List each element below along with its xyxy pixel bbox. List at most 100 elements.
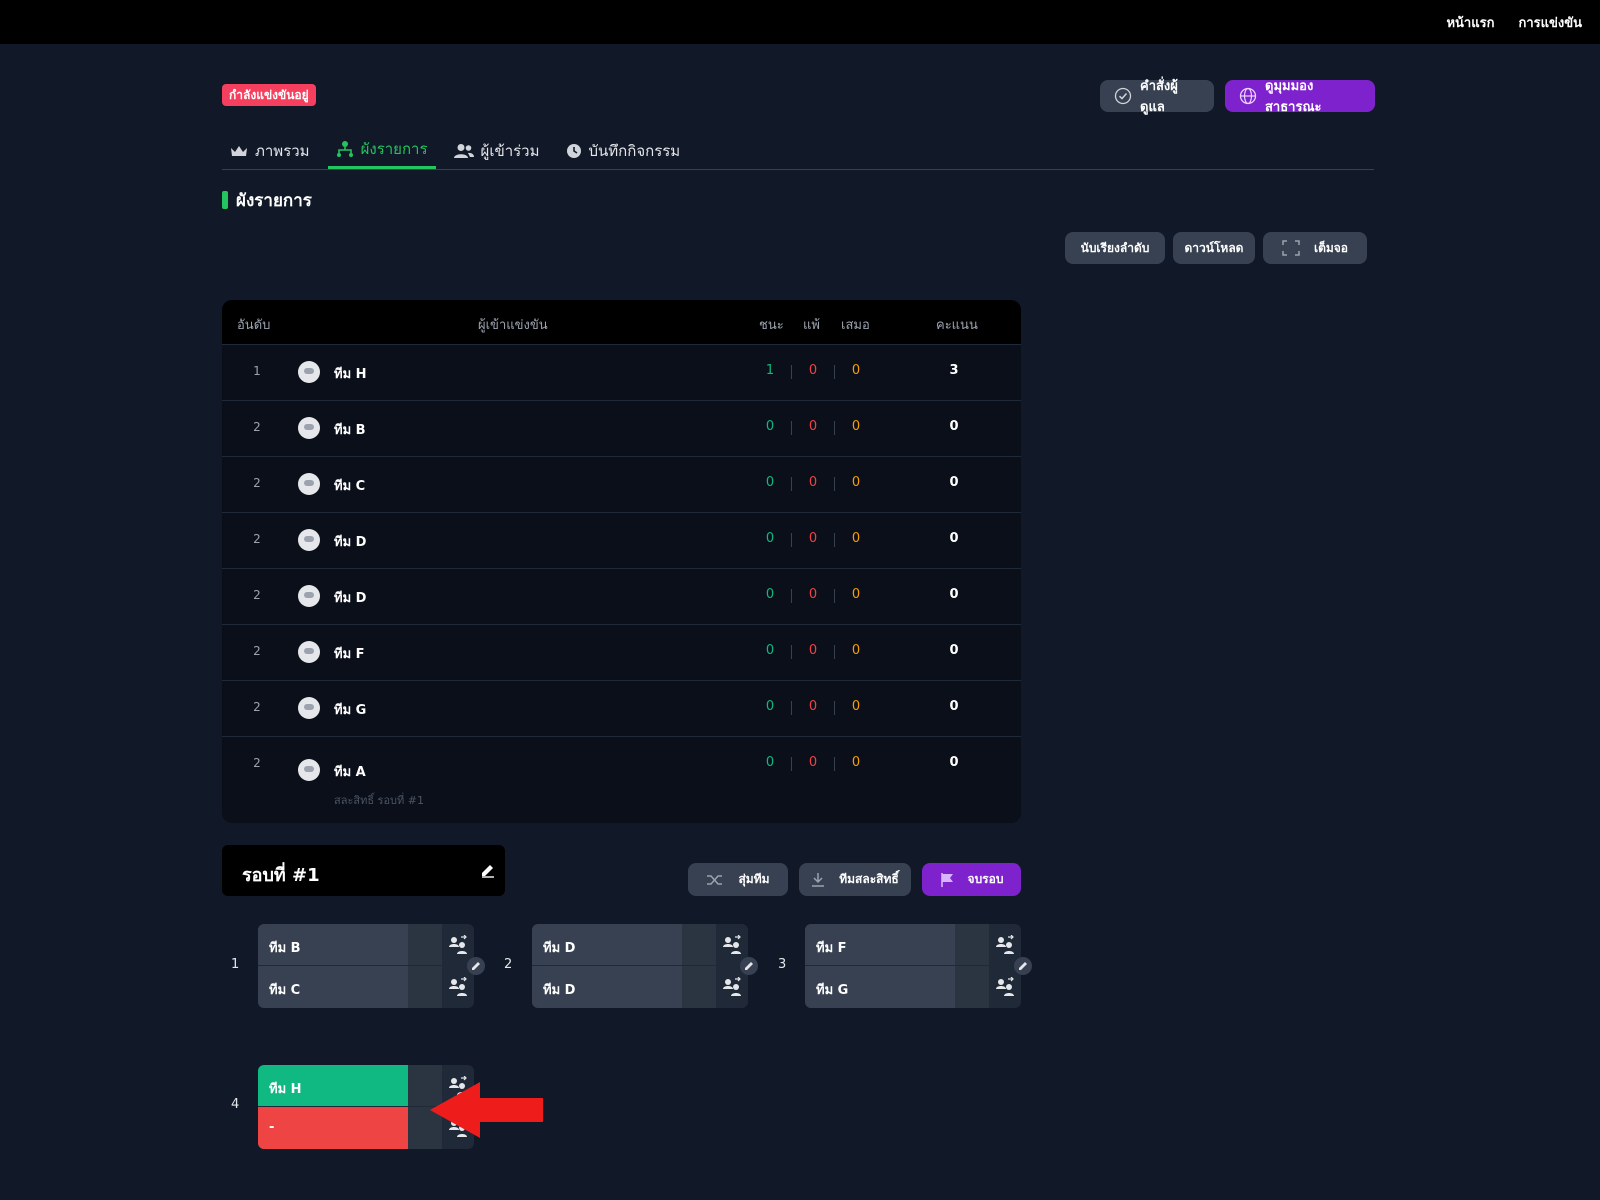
row-wins: 0	[765, 475, 775, 490]
row-team-name: ทีม F	[334, 647, 365, 662]
score-box[interactable]	[955, 966, 989, 1008]
swap-team-icon[interactable]	[722, 977, 742, 997]
edit-match-button[interactable]	[740, 957, 758, 975]
avatar	[298, 361, 320, 383]
swap-team-icon[interactable]	[995, 977, 1015, 997]
match-number: 4	[231, 1097, 240, 1112]
divider	[791, 421, 792, 435]
edit-match-button[interactable]	[1014, 957, 1032, 975]
score-box[interactable]	[408, 966, 442, 1008]
score-box[interactable]	[682, 966, 716, 1008]
match-slot-top[interactable]: ทีม B	[258, 924, 408, 966]
swap-team-icon[interactable]	[448, 977, 468, 997]
row-points: 0	[949, 699, 959, 714]
row-wins: 0	[765, 419, 775, 434]
table-row: 2 ทีม G 0 0 0 0	[222, 680, 1021, 736]
team-name: -	[269, 1120, 275, 1135]
header-participant: ผู้เข้าแข่งขัน	[478, 318, 548, 333]
divider	[834, 757, 835, 771]
row-points: 0	[949, 475, 959, 490]
red-arrow-annotation	[430, 1082, 543, 1138]
forfeit-team-button[interactable]: ทีมสละสิทธิ์	[799, 863, 911, 896]
row-points: 0	[949, 531, 959, 546]
fullscreen-button[interactable]: เต็มจอ	[1263, 232, 1367, 264]
avatar	[298, 697, 320, 719]
score-box[interactable]	[408, 924, 442, 966]
tab-participants[interactable]: ผู้เข้าร่วม	[446, 132, 548, 169]
avatar	[298, 759, 320, 781]
table-row: 1 ทีม H 1 0 0 3	[222, 344, 1021, 400]
download-label: ดาวน์โหลด	[1184, 240, 1244, 255]
edit-round-icon[interactable]	[480, 862, 496, 878]
row-losses: 0	[808, 475, 818, 490]
public-view-button[interactable]: ดูมุมมองสาธารณะ	[1225, 79, 1375, 115]
row-draws: 0	[851, 363, 861, 378]
crown-icon	[231, 145, 247, 156]
tab-activity-log[interactable]: บันทึกกิจกรรม	[558, 132, 689, 169]
download-button[interactable]: ดาวน์โหลด	[1173, 232, 1255, 264]
match-slot-bottom[interactable]: ทีม G	[805, 966, 955, 1008]
match-slot-top[interactable]: ทีม F	[805, 924, 955, 966]
row-rank: 2	[253, 700, 261, 714]
row-team-name: ทีม D	[334, 535, 367, 550]
row-team-name: ทีม H	[334, 367, 367, 382]
admin-commands-button[interactable]: คำสั่งผู้ดูแล	[1100, 79, 1214, 115]
header-draw: เสมอ	[841, 318, 870, 333]
match-slot-bottom[interactable]: -	[258, 1107, 408, 1149]
users-icon	[453, 143, 474, 158]
row-points: 0	[949, 755, 959, 770]
row-rank: 2	[253, 532, 261, 546]
match-slot-top[interactable]: ทีม D	[532, 924, 682, 966]
row-wins: 0	[765, 587, 775, 602]
row-draws: 0	[851, 531, 861, 546]
swap-team-icon[interactable]	[722, 935, 742, 955]
swap-team-icon[interactable]	[448, 935, 468, 955]
team-name: ทีม D	[543, 983, 576, 998]
tab-bracket[interactable]: ผังรายการ	[327, 132, 436, 169]
end-round-button[interactable]: จบรอบ	[922, 863, 1021, 896]
tab-participants-label: ผู้เข้าร่วม	[480, 141, 540, 160]
shuffle-teams-button[interactable]: สุ่มทีม	[688, 863, 788, 896]
pencil-icon	[472, 962, 480, 970]
match-slot-top[interactable]: ทีม H	[258, 1065, 408, 1107]
match-slot-bottom[interactable]: ทีม C	[258, 966, 408, 1008]
divider	[834, 645, 835, 659]
sort-button[interactable]: นับเรียงลำดับ	[1065, 232, 1165, 264]
tab-bracket-label: ผังรายการ	[360, 140, 428, 158]
public-view-label: ดูมุมมองสาธารณะ	[1265, 79, 1322, 115]
avatar	[298, 417, 320, 439]
match-number: 3	[778, 957, 787, 972]
row-losses: 0	[808, 755, 818, 770]
standings-table: อันดับ ผู้เข้าแข่งขัน ชนะ แพ้ เสมอ คะแนน…	[222, 300, 1021, 823]
divider	[791, 645, 792, 659]
nav-competitions-link[interactable]: การแข่งขัน	[1518, 12, 1582, 33]
header-points: คะแนน	[936, 318, 978, 333]
nav-home-link[interactable]: หน้าแรก	[1446, 12, 1494, 33]
team-name: ทีม H	[269, 1082, 302, 1097]
row-team-name: ทีม D	[334, 591, 367, 606]
divider	[791, 365, 792, 379]
tab-overview[interactable]: ภาพรวม	[222, 132, 318, 169]
tab-overview-label: ภาพรวม	[255, 141, 310, 160]
status-badge: กำลังแข่งขันอยู่	[222, 84, 316, 106]
score-box[interactable]	[955, 924, 989, 966]
row-rank: 2	[253, 420, 261, 434]
section-title-text: ผังรายการ	[236, 190, 312, 211]
pencil-icon	[1019, 962, 1027, 970]
divider	[834, 701, 835, 715]
row-losses: 0	[808, 643, 818, 658]
swap-team-icon[interactable]	[995, 935, 1015, 955]
match-slot-bottom[interactable]: ทีม D	[532, 966, 682, 1008]
row-rank: 2	[253, 588, 261, 602]
edit-match-button[interactable]	[467, 957, 485, 975]
score-box[interactable]	[682, 924, 716, 966]
download-icon	[812, 872, 825, 887]
table-row: 2 ทีม C 0 0 0 0	[222, 456, 1021, 512]
row-losses: 0	[808, 587, 818, 602]
shuffle-icon	[707, 874, 723, 885]
row-points: 0	[949, 419, 959, 434]
row-points: 0	[949, 587, 959, 602]
match-card: ทีม D ทีม D	[532, 924, 748, 1008]
shuffle-teams-label: สุ่มทีม	[738, 872, 770, 886]
row-draws: 0	[851, 643, 861, 658]
